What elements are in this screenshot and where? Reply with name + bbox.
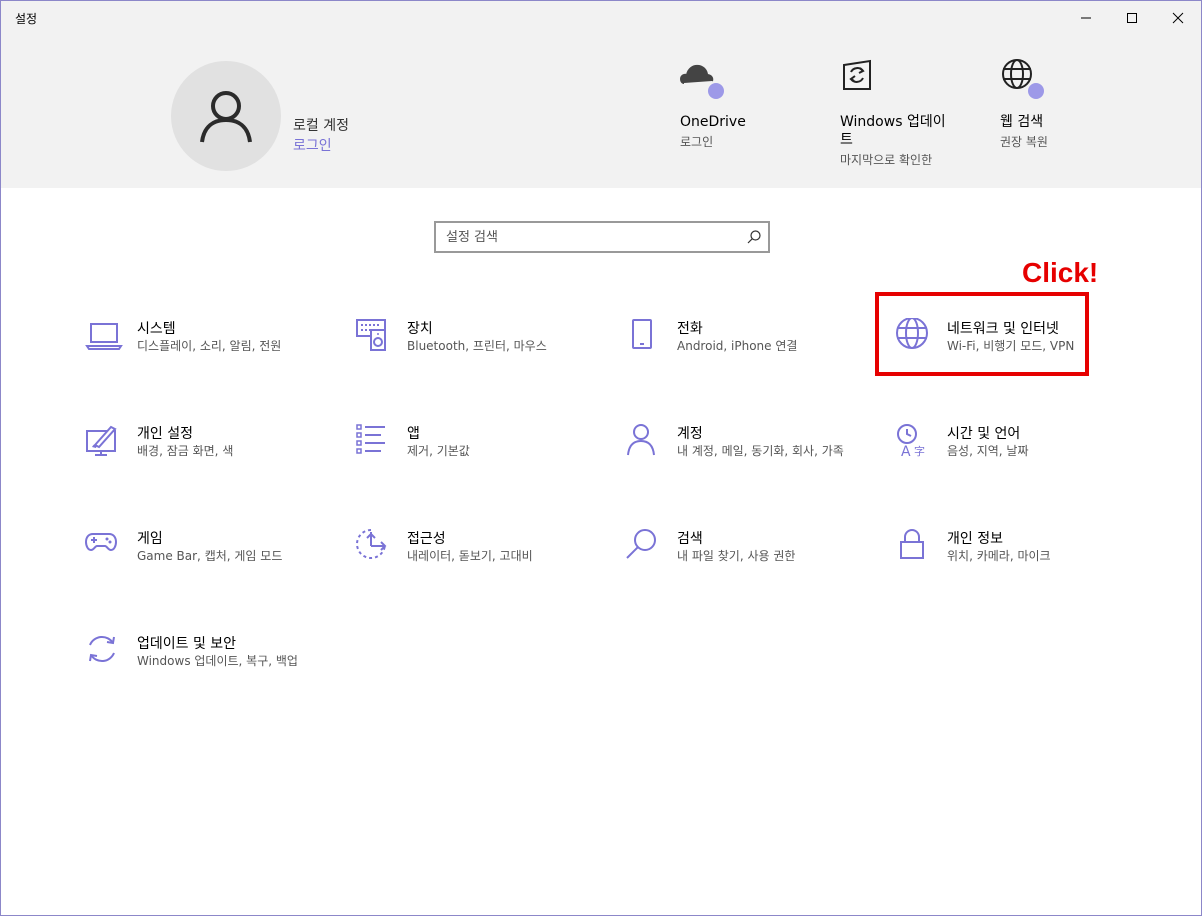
lock-icon [900,529,924,559]
category-update-security[interactable]: 업데이트 및 보안 Windows 업데이트, 복구, 백업 [85,633,325,693]
category-label: 앱 [407,426,420,442]
quick-link-subtitle: 로그인 [680,135,714,149]
category-description: 내 계정, 메일, 동기화, 회사, 가족 [677,444,844,458]
category-description: 내 파일 찾기, 사용 권한 [677,549,796,563]
quick-link-title: OneDrive [680,114,746,130]
close-icon [1172,12,1184,24]
quick-link-web-search[interactable]: 웹 검색 권장 복원 [1000,57,1130,150]
search-input[interactable] [436,223,736,251]
apps-list-icon [356,424,385,454]
time-language-icon: A 字 [897,424,925,460]
settings-window: 설정 로컬 계정 로그인 OneDrive 로그인 Windows 업데이트 마… [0,0,1202,916]
person-icon [627,424,655,456]
category-label: 개인 설정 [137,426,193,442]
title-bar: 설정 [1,1,1201,35]
quick-link-title: 웹 검색 [1000,114,1044,130]
quick-link-windows-update[interactable]: Windows 업데이트 마지막으로 확인한 [840,57,955,168]
search-icon [626,529,656,559]
category-label: 업데이트 및 보안 [137,636,237,652]
quick-link-onedrive[interactable]: OneDrive 로그인 [679,57,810,150]
globe-icon [1000,57,1044,99]
category-description: Windows 업데이트, 복구, 백업 [137,654,298,668]
maximize-icon [1127,13,1137,23]
category-devices[interactable]: 장치 Bluetooth, 프린터, 마우스 [355,318,595,378]
quick-link-subtitle: 마지막으로 확인한 [840,153,933,167]
category-label: 개인 정보 [947,531,1003,547]
category-phone[interactable]: 전화 Android, iPhone 연결 [625,318,865,378]
category-description: Game Bar, 캡처, 게임 모드 [137,549,283,563]
category-description: 제거, 기본값 [407,444,470,458]
phone-icon [632,319,652,349]
gamepad-icon [85,533,118,552]
laptop-icon [85,323,123,350]
account-name: 로컬 계정 [293,118,349,134]
category-gaming[interactable]: 게임 Game Bar, 캡처, 게임 모드 [85,528,325,588]
devices-icon [356,319,386,351]
personalization-icon [86,425,117,456]
category-system[interactable]: 시스템 디스플레이, 소리, 알림, 전원 [85,318,325,378]
category-label: 게임 [137,531,163,547]
category-time-language[interactable]: A 字 시간 및 언어 음성, 지역, 날짜 [895,423,1135,483]
category-description: 디스플레이, 소리, 알림, 전원 [137,339,282,353]
search-icon[interactable] [746,229,762,245]
quick-link-title: Windows 업데이트 [840,114,946,148]
minimize-button[interactable] [1063,1,1109,35]
sign-in-link[interactable]: 로그인 [293,135,332,155]
update-icon [840,57,880,97]
window-title: 설정 [15,12,38,26]
category-description: Bluetooth, 프린터, 마우스 [407,339,547,353]
click-annotation: Click! [1022,257,1099,288]
category-apps[interactable]: 앱 제거, 기본값 [355,423,595,483]
close-button[interactable] [1155,1,1201,35]
category-label: 장치 [407,321,433,337]
category-description: Android, iPhone 연결 [677,339,798,353]
avatar[interactable] [171,61,281,171]
category-label: 접근성 [407,531,446,547]
category-accessibility[interactable]: 접근성 내레이터, 돋보기, 고대비 [355,528,595,588]
category-description: 위치, 카메라, 마이크 [947,549,1051,563]
category-description: 배경, 잠금 화면, 색 [137,444,234,458]
category-personalization[interactable]: 개인 설정 배경, 잠금 화면, 색 [85,423,325,483]
svg-text:字: 字 [914,444,925,458]
settings-search-box[interactable] [434,221,770,253]
category-privacy[interactable]: 개인 정보 위치, 카메라, 마이크 [895,528,1135,588]
category-label: 시간 및 언어 [947,426,1021,442]
quick-link-subtitle: 권장 복원 [1000,135,1048,149]
category-label: 검색 [677,531,703,547]
maximize-button[interactable] [1109,1,1155,35]
svg-text:A: A [901,444,911,460]
account-header: 로컬 계정 로그인 OneDrive 로그인 Windows 업데이트 마지막으… [1,35,1201,188]
category-accounts[interactable]: 계정 내 계정, 메일, 동기화, 회사, 가족 [625,423,865,483]
minimize-icon [1081,17,1091,19]
category-label: 시스템 [137,321,176,337]
accessibility-icon [356,529,387,559]
cloud-icon [679,57,724,99]
category-description: 음성, 지역, 날짜 [947,444,1029,458]
category-label: 계정 [677,426,703,442]
click-highlight-box [875,292,1089,376]
category-label: 전화 [677,321,703,337]
user-icon [200,91,252,143]
category-search[interactable]: 검색 내 파일 찾기, 사용 권한 [625,528,865,588]
update-icon [89,636,115,662]
category-description: 내레이터, 돋보기, 고대비 [407,549,533,563]
